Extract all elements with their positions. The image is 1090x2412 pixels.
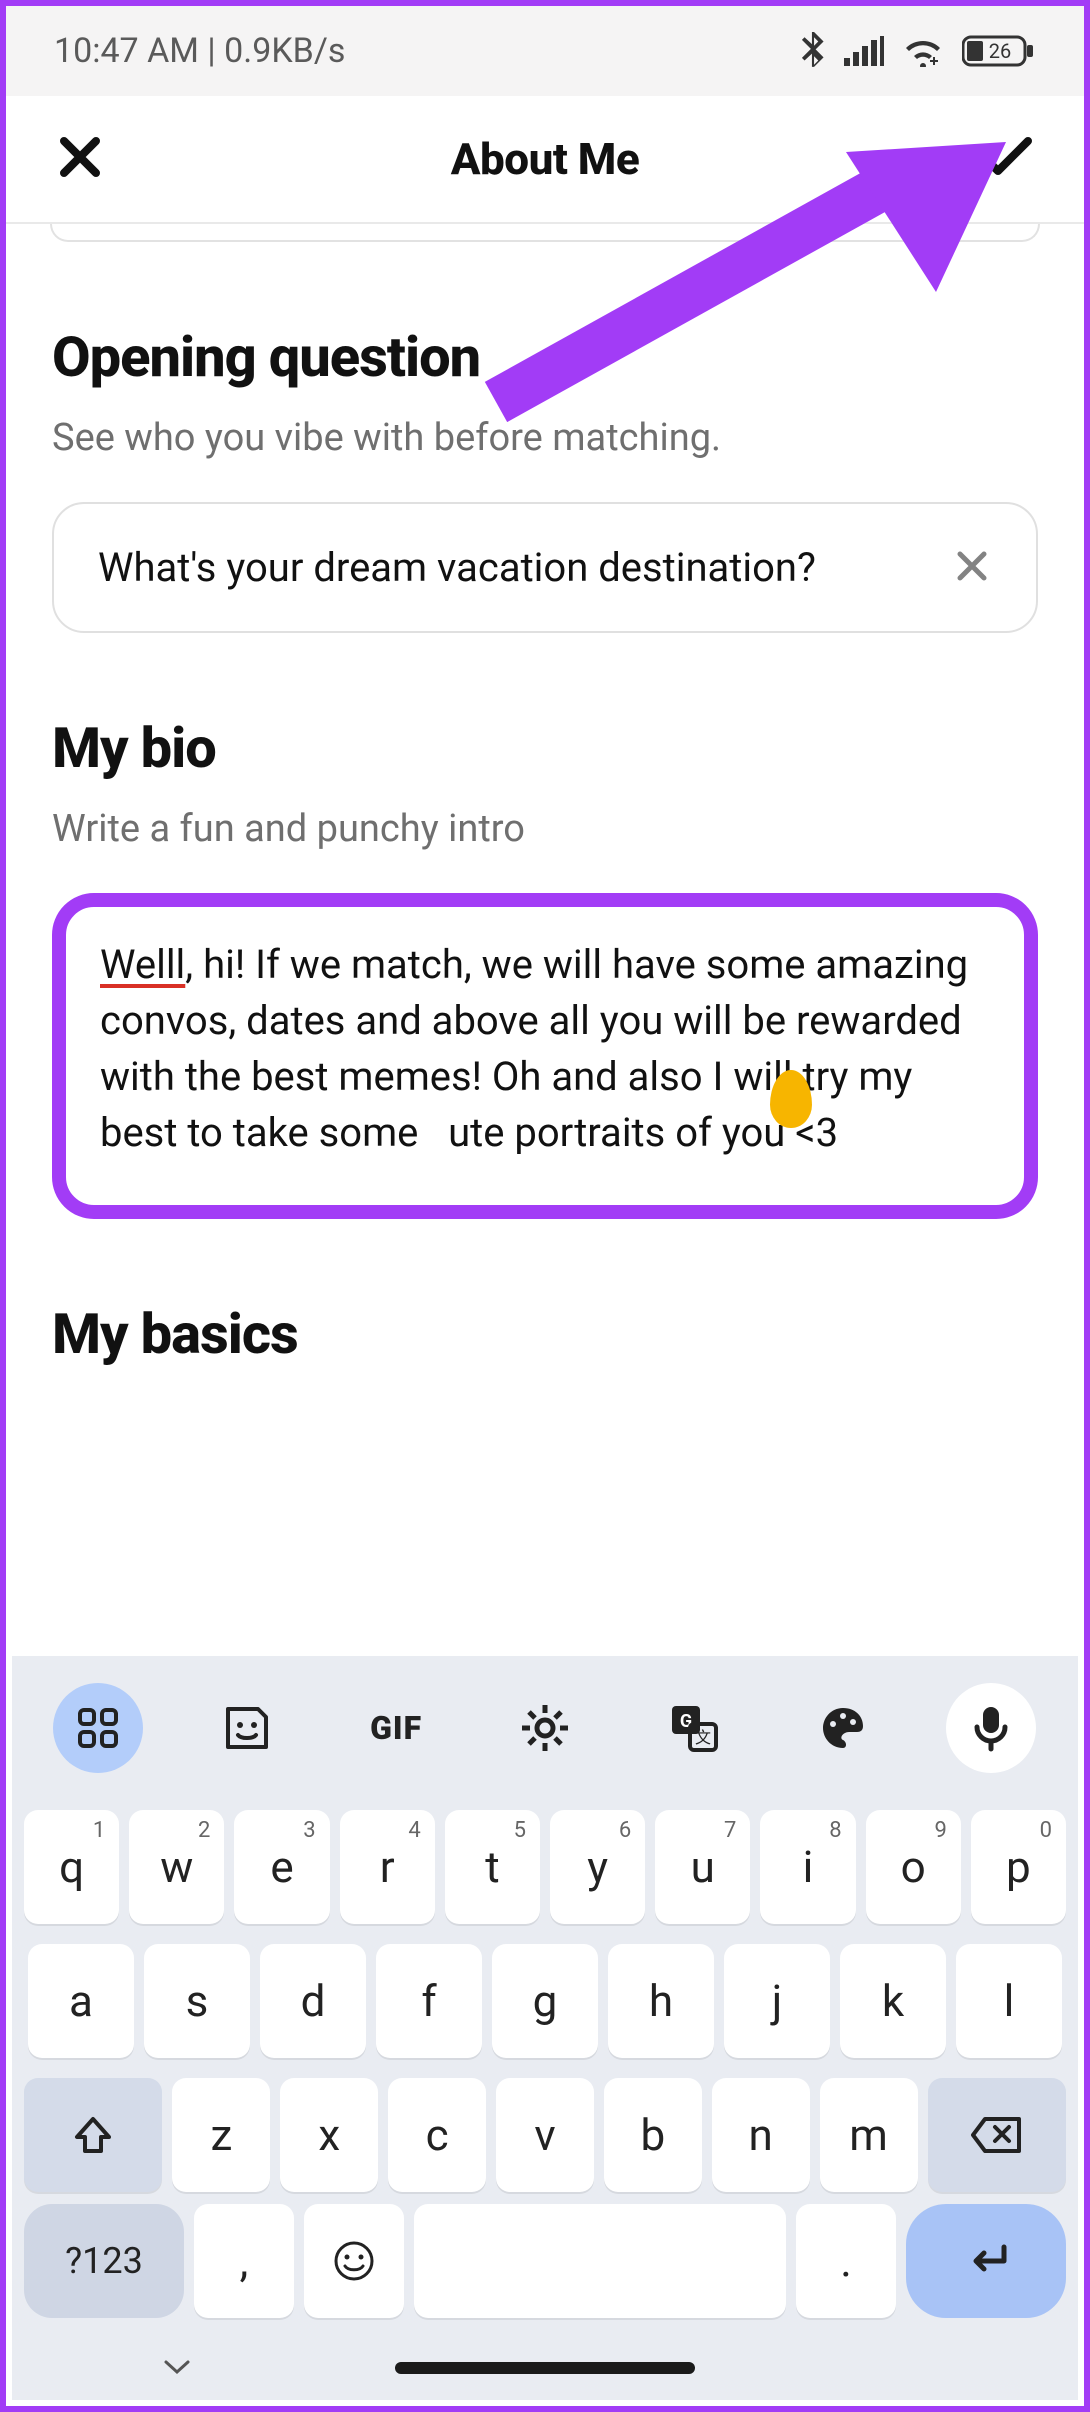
key-r[interactable]: r4 xyxy=(340,1810,435,1924)
key-v[interactable]: v xyxy=(496,2078,594,2192)
key-d[interactable]: d xyxy=(260,1944,366,2058)
bio-spellcheck-word: Welll xyxy=(100,941,185,988)
bluetooth-icon xyxy=(800,32,826,70)
keyboard-row-1: q1w2e3r4t5y6u7i8o9p0 xyxy=(24,1810,1066,1924)
key-t[interactable]: t5 xyxy=(445,1810,540,1924)
close-icon[interactable] xyxy=(56,133,104,185)
key-z[interactable]: z xyxy=(172,2078,270,2192)
nav-bar xyxy=(12,2336,1078,2400)
mic-icon[interactable] xyxy=(946,1683,1036,1773)
keyboard: GIF G文 q1w2e3r4t5y6u7i8o9p0 asdfghjkl zx… xyxy=(12,1656,1078,2400)
key-m[interactable]: m xyxy=(820,2078,918,2192)
basics-title: My basics xyxy=(52,1301,1038,1367)
signal-icon xyxy=(844,36,884,66)
keyboard-row-2: asdfghjkl xyxy=(24,1944,1066,2058)
settings-icon[interactable] xyxy=(500,1683,590,1773)
space-key[interactable] xyxy=(414,2204,786,2318)
comma-key[interactable]: , xyxy=(194,2204,294,2318)
emoji-key[interactable] xyxy=(304,2204,404,2318)
key-l[interactable]: l xyxy=(956,1944,1062,2058)
key-e[interactable]: e3 xyxy=(234,1810,329,1924)
bio-subtitle: Write a fun and punchy intro xyxy=(52,807,1038,851)
key-g[interactable]: g xyxy=(492,1944,598,2058)
backspace-key[interactable] xyxy=(928,2078,1066,2192)
nav-collapse-icon[interactable] xyxy=(162,2354,192,2382)
sticker-icon[interactable] xyxy=(202,1683,292,1773)
key-j[interactable]: j xyxy=(724,1944,830,2058)
shift-key[interactable] xyxy=(24,2078,162,2192)
bio-title: My bio xyxy=(52,715,1038,781)
period-key[interactable]: . xyxy=(796,2204,896,2318)
key-k[interactable]: k xyxy=(840,1944,946,2058)
key-p[interactable]: p0 xyxy=(971,1810,1066,1924)
opening-question-subtitle: See who you vibe with before matching. xyxy=(52,416,1038,460)
opening-question-text: What's your dream vacation destination? xyxy=(98,542,922,593)
key-u[interactable]: u7 xyxy=(655,1810,750,1924)
clear-question-icon[interactable] xyxy=(952,546,992,590)
key-c[interactable]: c xyxy=(388,2078,486,2192)
key-n[interactable]: n xyxy=(712,2078,810,2192)
key-i[interactable]: i8 xyxy=(760,1810,855,1924)
header: About Me xyxy=(6,96,1084,224)
confirm-icon[interactable] xyxy=(980,135,1034,183)
key-a[interactable]: a xyxy=(28,1944,134,2058)
palette-icon[interactable] xyxy=(798,1683,888,1773)
enter-key[interactable] xyxy=(906,2204,1066,2318)
translate-icon[interactable]: G文 xyxy=(649,1683,739,1773)
key-b[interactable]: b xyxy=(604,2078,702,2192)
key-s[interactable]: s xyxy=(144,1944,250,2058)
key-o[interactable]: o9 xyxy=(866,1810,961,1924)
status-bar: 10:47 AM | 0.9KB/s 26 xyxy=(6,6,1084,96)
wifi-icon xyxy=(902,35,944,67)
home-indicator[interactable] xyxy=(395,2362,695,2374)
gif-button[interactable]: GIF xyxy=(351,1683,441,1773)
apps-icon[interactable] xyxy=(53,1683,143,1773)
opening-question-card[interactable]: What's your dream vacation destination? xyxy=(52,502,1038,633)
page-title: About Me xyxy=(6,133,1084,185)
status-time: 10:47 AM | 0.9KB/s xyxy=(54,31,345,71)
bio-input[interactable]: Welll, hi! If we match, we will have som… xyxy=(52,893,1038,1219)
key-w[interactable]: w2 xyxy=(129,1810,224,1924)
opening-question-title: Opening question xyxy=(52,324,1038,390)
keyboard-toolbar: GIF G文 xyxy=(12,1668,1078,1788)
status-icons: 26 xyxy=(800,32,1036,70)
symbols-key[interactable]: ?123 xyxy=(24,2204,184,2318)
svg-text:文: 文 xyxy=(695,1728,711,1747)
keyboard-row-3: zxcvbnm xyxy=(24,2078,1066,2192)
bio-text: , hi! If we match, we will have some ama… xyxy=(100,941,968,1156)
key-h[interactable]: h xyxy=(608,1944,714,2058)
previous-card-peek xyxy=(50,224,1040,242)
svg-text:26: 26 xyxy=(989,39,1011,63)
key-f[interactable]: f xyxy=(376,1944,482,2058)
key-x[interactable]: x xyxy=(280,2078,378,2192)
battery-icon: 26 xyxy=(962,33,1036,69)
key-y[interactable]: y6 xyxy=(550,1810,645,1924)
keyboard-bottom-row: ?123 , . xyxy=(12,2204,1078,2336)
key-q[interactable]: q1 xyxy=(24,1810,119,1924)
